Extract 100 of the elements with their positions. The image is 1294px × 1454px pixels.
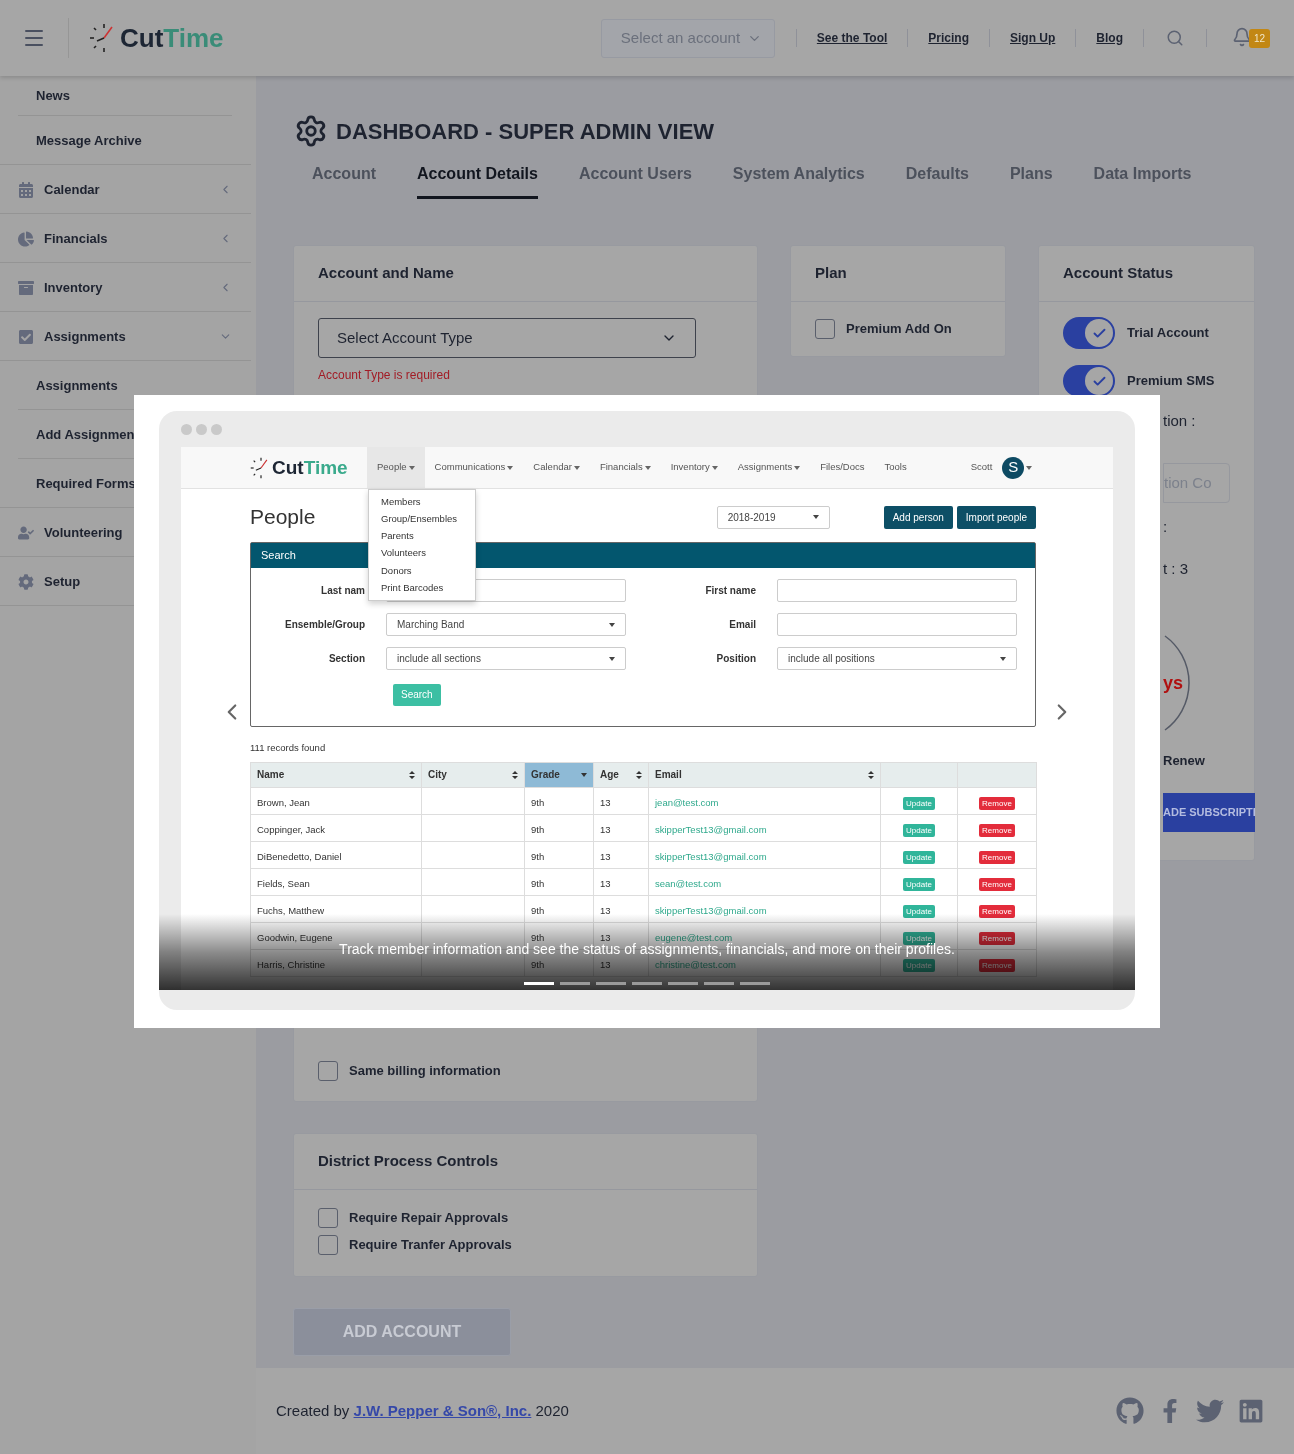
- caret-icon: [408, 465, 415, 470]
- app-menu-item[interactable]: Calendar: [523, 447, 590, 488]
- table-cell: Coppinger, Jack: [257, 823, 326, 835]
- nav-link[interactable]: Blog: [1076, 29, 1143, 47]
- app-menu-item[interactable]: Inventory: [660, 447, 728, 488]
- app-menu-item[interactable]: Assignments: [727, 447, 811, 488]
- caret-icon: [1026, 465, 1033, 470]
- error-text: Account Type is required: [318, 367, 451, 384]
- card-title: Plan: [815, 263, 847, 284]
- column-header[interactable]: Email: [648, 762, 881, 788]
- sidebar-item[interactable]: Assignments: [44, 326, 126, 347]
- page-title: DASHBOARD - SUPER ADMIN VIEW: [336, 117, 715, 146]
- checkbox-icon: [18, 328, 34, 345]
- table-cell: 9th: [531, 958, 545, 970]
- github-icon[interactable]: [1116, 1397, 1144, 1425]
- app-menu-item[interactable]: Communications: [424, 447, 524, 488]
- dropdown-item[interactable]: Members: [369, 493, 475, 511]
- user-name: Scott: [970, 460, 993, 475]
- status-text: Renew: [1163, 752, 1205, 771]
- select-field[interactable]: include all positions: [777, 647, 1017, 670]
- archive-box-icon: [18, 279, 34, 296]
- user-avatar[interactable]: S: [1002, 456, 1025, 479]
- checkbox[interactable]: [318, 1235, 338, 1255]
- company-link[interactable]: J.W. Pepper & Son®, Inc.: [353, 1401, 532, 1419]
- sort-icon: [868, 770, 874, 779]
- upgrade-button[interactable]: ADE SUBSCRIPTI: [1163, 793, 1255, 832]
- checkbox[interactable]: [318, 1208, 338, 1228]
- checkbox-label: Require Repair Approvals: [349, 1209, 509, 1228]
- table-cell: 13: [600, 823, 611, 835]
- sort-down-icon: [581, 772, 587, 777]
- remove-button[interactable]: Remove: [979, 878, 1015, 892]
- app-menu-item[interactable]: People: [367, 447, 425, 488]
- nav-link[interactable]: See the Tool: [796, 29, 908, 47]
- nav-link[interactable]: Sign Up: [990, 29, 1076, 47]
- dropdown-item[interactable]: Group/Ensembles: [369, 510, 475, 528]
- table-cell: Harris, Christine: [257, 958, 326, 970]
- sidebar-item[interactable]: Required Forms: [36, 473, 136, 494]
- app-menu-item[interactable]: Tools: [874, 447, 917, 488]
- checkbox-label: Premium Add On: [846, 320, 952, 339]
- caret-icon: [1000, 656, 1006, 661]
- toggle-switch[interactable]: [1063, 365, 1115, 397]
- select-field[interactable]: include all sections: [386, 647, 626, 670]
- field-label: First name: [705, 584, 756, 598]
- checkbox[interactable]: [815, 319, 835, 339]
- caret-icon: [507, 465, 514, 470]
- table-cell: 9th: [531, 931, 545, 943]
- remove-button[interactable]: Remove: [979, 851, 1015, 865]
- sidebar-item[interactable]: Financials: [44, 228, 108, 249]
- tab[interactable]: Account Details: [417, 162, 538, 199]
- input-field[interactable]: [777, 613, 1017, 636]
- remove-button[interactable]: Remove: [979, 824, 1015, 838]
- checkbox-label: Same billing information: [349, 1062, 501, 1081]
- sidebar-item[interactable]: Inventory: [44, 277, 103, 298]
- field-label: Section: [328, 652, 365, 666]
- caret-icon: [711, 465, 718, 470]
- sidebar-item[interactable]: Add Assignmen: [36, 424, 135, 445]
- card-title: Account Status: [1063, 263, 1173, 284]
- caret-icon: [573, 465, 580, 470]
- checkbox[interactable]: [318, 1061, 338, 1081]
- twitter-icon[interactable]: [1196, 1397, 1224, 1425]
- app-menu-item[interactable]: Files/Docs: [810, 447, 875, 488]
- toggle-switch[interactable]: [1063, 317, 1115, 349]
- sidebar-item[interactable]: Setup: [44, 571, 81, 592]
- dropdown-item[interactable]: Volunteers: [369, 544, 475, 563]
- year-select[interactable]: 2018-2019: [716, 505, 830, 529]
- days-count: ys: [1163, 671, 1184, 695]
- app-menu-item[interactable]: Financials: [589, 447, 661, 488]
- user-check-icon: [18, 524, 34, 541]
- table-cell: Fields, Sean: [257, 877, 310, 889]
- remove-button[interactable]: Remove: [979, 932, 1015, 946]
- dropdown-item[interactable]: Donors: [369, 562, 475, 580]
- column-header[interactable]: Grade: [524, 762, 594, 788]
- gear-icon: [18, 573, 34, 590]
- remove-button[interactable]: Remove: [979, 797, 1015, 811]
- column-header[interactable]: City: [421, 762, 525, 788]
- field-label: Last nam: [321, 584, 365, 598]
- sidebar-item[interactable]: Message Archive: [36, 130, 142, 151]
- nav-link[interactable]: Pricing: [908, 29, 989, 47]
- dropdown-item[interactable]: Parents: [369, 527, 475, 545]
- sidebar-item[interactable]: Calendar: [44, 179, 100, 200]
- toggle-label: Trial Account: [1127, 324, 1209, 343]
- input-field[interactable]: [777, 579, 1017, 602]
- sidebar-item[interactable]: Volunteering: [44, 522, 123, 543]
- remove-button[interactable]: Remove: [979, 905, 1015, 919]
- action-button[interactable]: Import people: [956, 505, 1036, 529]
- select-field[interactable]: Marching Band: [386, 613, 626, 636]
- bell-icon[interactable]: [1232, 27, 1252, 47]
- field-label: Position: [716, 652, 756, 666]
- sidebar-item[interactable]: Assignments: [36, 375, 118, 396]
- card-title: Account and Name: [318, 263, 454, 284]
- action-button[interactable]: Add person: [883, 505, 953, 529]
- search-icon[interactable]: [1166, 29, 1184, 47]
- logo-text: CutTime: [272, 458, 348, 477]
- account-type-select[interactable]: Select Account Type: [318, 318, 696, 358]
- column-header[interactable]: Name: [250, 762, 422, 788]
- dropdown-item[interactable]: Print Barcodes: [369, 579, 475, 597]
- linkedin-icon[interactable]: [1238, 1398, 1264, 1424]
- sidebar-item[interactable]: News: [36, 86, 70, 106]
- column-header[interactable]: Age: [593, 762, 649, 788]
- records-count: 111 records found: [250, 740, 327, 755]
